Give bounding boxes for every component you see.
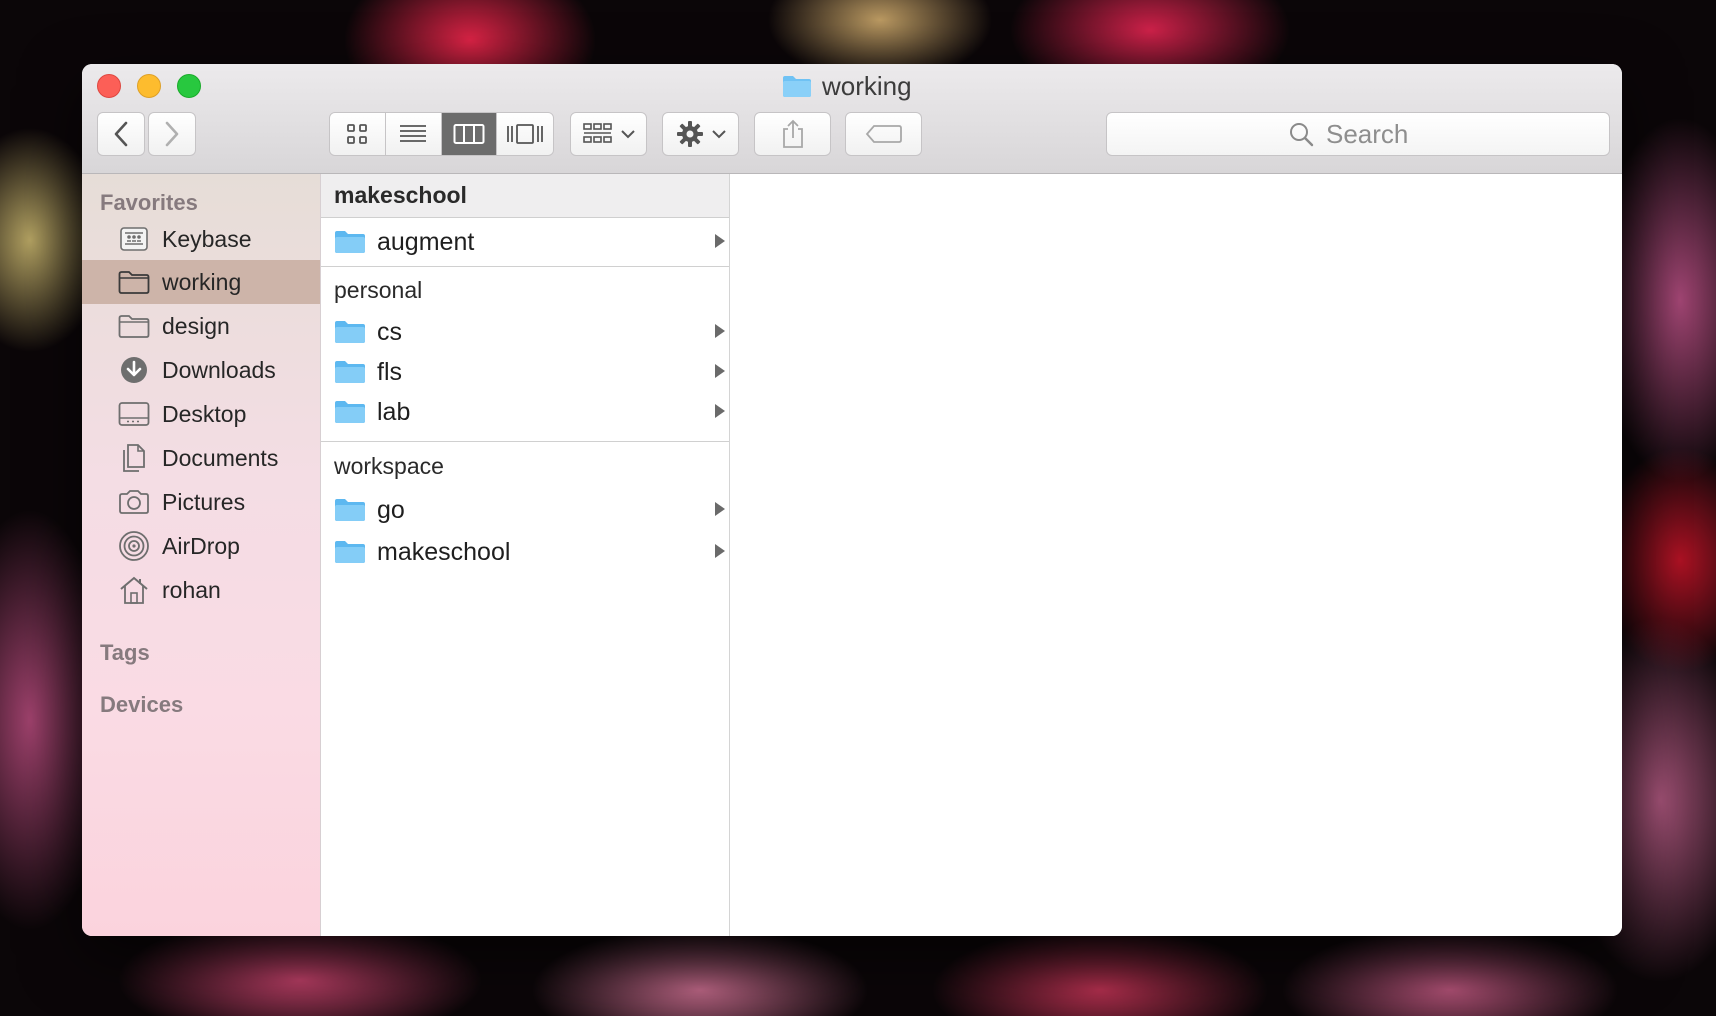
column-view-icon xyxy=(453,124,485,144)
folder-icon xyxy=(118,267,150,297)
sidebar-section-favorites: Favorites xyxy=(100,190,198,215)
sidebar: Favorites Keybase working design Downloa… xyxy=(82,174,321,936)
disclosure-arrow-icon xyxy=(715,404,725,418)
window-title: working xyxy=(782,70,912,102)
chevron-right-icon xyxy=(165,121,179,147)
folder-icon xyxy=(335,401,365,423)
camera-icon xyxy=(118,487,150,517)
column-view-button[interactable] xyxy=(441,113,498,155)
tag-icon xyxy=(865,125,902,143)
list-item-makeschool[interactable]: makeschool xyxy=(321,532,729,572)
chevron-down-icon xyxy=(620,130,635,139)
arrange-button[interactable] xyxy=(570,112,647,156)
home-icon xyxy=(118,575,150,605)
sidebar-item-pictures[interactable]: Pictures xyxy=(82,480,320,524)
finder-window: working Search Favorites Keybase working… xyxy=(82,64,1622,936)
gear-icon xyxy=(676,121,703,147)
list-item-cs[interactable]: cs xyxy=(321,312,729,352)
list-item-lab[interactable]: lab xyxy=(321,392,729,432)
sidebar-item-label: working xyxy=(162,268,242,295)
disclosure-arrow-icon xyxy=(715,234,725,248)
sidebar-item-label: rohan xyxy=(162,576,221,603)
minimize-button[interactable] xyxy=(137,74,161,98)
disclosure-arrow-icon xyxy=(715,364,725,378)
folder-icon xyxy=(335,541,365,563)
action-button[interactable] xyxy=(662,112,739,156)
sidebar-item-label: AirDrop xyxy=(162,532,240,559)
sidebar-item-downloads[interactable]: Downloads xyxy=(82,348,320,392)
folder-icon xyxy=(118,311,150,341)
chevron-down-icon xyxy=(711,130,726,139)
airdrop-icon xyxy=(118,531,150,561)
share-icon xyxy=(782,119,803,148)
desktop-icon xyxy=(118,399,150,429)
preview-area[interactable] xyxy=(730,174,1622,936)
sidebar-item-label: Desktop xyxy=(162,400,247,427)
sidebar-item-airdrop[interactable]: AirDrop xyxy=(82,524,320,568)
search-field[interactable] xyxy=(1106,112,1610,156)
list-item-label: fls xyxy=(377,357,402,386)
titlebar[interactable]: working xyxy=(82,64,1622,174)
icon-view-icon xyxy=(347,124,368,144)
cover-flow-view-button[interactable] xyxy=(497,113,553,155)
folder-icon xyxy=(335,361,365,383)
view-mode-control[interactable] xyxy=(329,112,554,156)
tag-button[interactable] xyxy=(845,112,922,156)
sidebar-item-label: design xyxy=(162,312,230,339)
group-divider xyxy=(321,266,729,267)
sidebar-section-tags[interactable]: Tags xyxy=(100,640,150,666)
keybase-drive-icon xyxy=(118,224,150,254)
group-header-personal: personal xyxy=(334,276,423,303)
disclosure-arrow-icon xyxy=(715,324,725,338)
search-icon xyxy=(1290,123,1314,147)
window-title-text: working xyxy=(822,70,912,101)
browser-column: makeschool augment personal cs fls lab w… xyxy=(321,174,730,936)
sidebar-item-documents[interactable]: Documents xyxy=(82,436,320,480)
sidebar-item-design[interactable]: design xyxy=(82,304,320,348)
sidebar-item-label: Keybase xyxy=(162,225,252,252)
list-item-label: cs xyxy=(377,317,402,346)
list-item-label: lab xyxy=(377,397,411,426)
zoom-button[interactable] xyxy=(177,74,201,98)
folder-icon xyxy=(335,231,365,253)
sidebar-section-devices[interactable]: Devices xyxy=(100,692,183,718)
sidebar-item-desktop[interactable]: Desktop xyxy=(82,392,320,436)
sidebar-item-label: Downloads xyxy=(162,356,276,383)
chevron-left-icon xyxy=(114,121,128,147)
group-header-makeschool: makeschool xyxy=(321,174,729,218)
list-item-go[interactable]: go xyxy=(321,490,729,530)
list-view-icon xyxy=(400,125,427,142)
list-item-label: go xyxy=(377,495,405,524)
folder-icon xyxy=(783,76,811,97)
documents-icon xyxy=(118,443,150,473)
list-item-augment[interactable]: augment xyxy=(321,222,729,262)
list-item-label: makeschool xyxy=(377,537,511,566)
folder-icon xyxy=(335,499,365,521)
downloads-icon xyxy=(118,355,150,385)
icon-view-button[interactable] xyxy=(330,113,386,155)
sidebar-item-working[interactable]: working xyxy=(82,260,320,304)
close-button[interactable] xyxy=(97,74,121,98)
sidebar-item-rohan[interactable]: rohan xyxy=(82,568,320,612)
group-divider xyxy=(321,441,729,442)
cover-flow-icon xyxy=(507,124,544,144)
group-header-workspace: workspace xyxy=(334,452,444,479)
list-item-label: augment xyxy=(377,227,475,256)
folder-icon xyxy=(335,321,365,343)
disclosure-arrow-icon xyxy=(715,502,725,516)
grid-dropdown-icon xyxy=(582,123,612,143)
sidebar-item-label: Pictures xyxy=(162,488,246,515)
search-input[interactable] xyxy=(1324,117,1428,151)
back-button[interactable] xyxy=(97,112,145,156)
list-item-fls[interactable]: fls xyxy=(321,352,729,392)
forward-button[interactable] xyxy=(148,112,196,156)
list-view-button[interactable] xyxy=(385,113,442,155)
sidebar-item-keybase[interactable]: Keybase xyxy=(82,217,320,261)
share-button[interactable] xyxy=(754,112,831,156)
disclosure-arrow-icon xyxy=(715,544,725,558)
sidebar-item-label: Documents xyxy=(162,444,279,471)
